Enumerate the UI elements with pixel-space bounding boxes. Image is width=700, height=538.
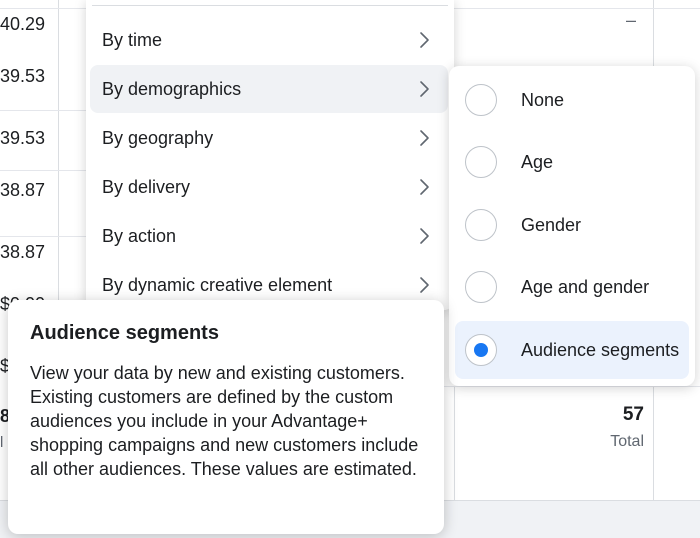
option-label: Age and gender [521, 276, 650, 297]
option-label: None [521, 89, 565, 110]
option-label: Gender [521, 214, 582, 235]
chevron-right-icon [420, 277, 429, 293]
menu-item-by-demographics[interactable]: By demographics [90, 65, 448, 113]
table-cell: 38.87 [0, 242, 46, 262]
option-label: Age [521, 151, 554, 172]
menu-item-label: By delivery [102, 176, 191, 197]
total-label: Total [610, 433, 644, 450]
radio-button[interactable] [465, 146, 497, 178]
audience-segments-tooltip: Audience segments View your data by new … [8, 300, 444, 534]
ads-manager-screen: 40.29 39.53 39.53 38.87 38.87 $0.00 $ 8 … [0, 0, 700, 538]
option-age[interactable]: Age [455, 133, 689, 191]
table-cell: 40.29 [0, 14, 46, 34]
option-none[interactable]: None [455, 71, 689, 129]
menu-item-label: By time [102, 29, 163, 50]
chevron-right-icon [420, 81, 429, 97]
chevron-right-icon [420, 130, 429, 146]
option-label: Audience segments [521, 339, 680, 360]
row-divider [0, 236, 86, 237]
row-divider [0, 110, 86, 111]
chevron-right-icon [420, 179, 429, 195]
menu-item-by-geography[interactable]: By geography [90, 114, 448, 162]
radio-button[interactable] [465, 209, 497, 241]
menu-item-label: By demographics [102, 78, 242, 99]
tooltip-body: View your data by new and existing custo… [30, 363, 419, 479]
menu-item-by-time[interactable]: By time [90, 16, 448, 64]
menu-item-label: By dynamic creative element [102, 274, 333, 295]
option-audience-segments[interactable]: Audience segments [455, 321, 689, 379]
breakdown-menu: By time By demographics By geography By … [86, 0, 454, 310]
total-value: 57 [622, 404, 644, 425]
demographics-submenu: None Age Gender Age and gender Audience … [449, 66, 695, 386]
menu-item-label: By action [102, 225, 177, 246]
menu-item-label: By geography [102, 127, 214, 148]
tooltip-title: Audience segments [30, 322, 219, 344]
radio-button[interactable] [465, 271, 497, 303]
row-divider [444, 386, 700, 387]
table-cell: 39.53 [0, 66, 46, 86]
empty-value-dash: – [626, 10, 637, 30]
menu-divider [92, 5, 448, 6]
chevron-right-icon [420, 32, 429, 48]
chevron-right-icon [420, 228, 429, 244]
table-cell: 39.53 [0, 128, 46, 148]
table-cell: 38.87 [0, 180, 46, 200]
menu-item-by-action[interactable]: By action [90, 212, 448, 260]
column-divider [454, 386, 455, 500]
radio-button[interactable] [465, 84, 497, 116]
option-gender[interactable]: Gender [455, 196, 689, 254]
menu-item-by-delivery[interactable]: By delivery [90, 163, 448, 211]
radio-button-selected[interactable] [465, 334, 497, 366]
row-divider [0, 170, 86, 171]
option-age-and-gender[interactable]: Age and gender [455, 258, 689, 316]
table-cell: l [0, 434, 4, 451]
